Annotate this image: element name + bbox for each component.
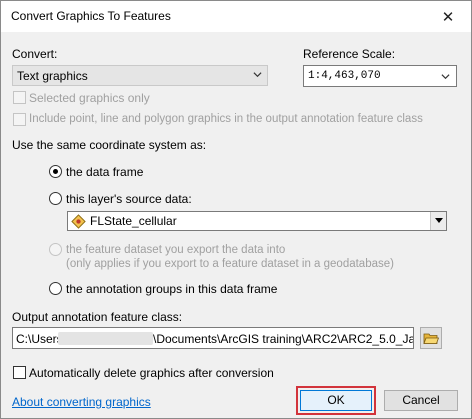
- layer-select-value: FLState_cellular: [90, 214, 177, 228]
- radio-feature-dataset[interactable]: [49, 243, 62, 256]
- radio-layer-source[interactable]: [49, 192, 62, 205]
- output-label: Output annotation feature class:: [12, 310, 183, 324]
- layer-dropdown-button[interactable]: [430, 212, 446, 230]
- include-graphics-label: Include point, line and polygon graphics…: [29, 113, 423, 125]
- cancel-button[interactable]: Cancel: [384, 390, 458, 411]
- ok-button[interactable]: OK: [300, 390, 372, 411]
- output-path-suffix: \Documents\ArcGIS training\ARC2\ARC2_5.0…: [153, 332, 414, 346]
- convert-select[interactable]: Text graphics: [12, 65, 268, 86]
- convert-value: Text graphics: [17, 69, 88, 83]
- close-button[interactable]: ✕: [425, 1, 471, 32]
- redacted-username: [58, 332, 153, 345]
- browse-button[interactable]: [420, 327, 442, 349]
- radio-selected-dot: [53, 169, 58, 174]
- chevron-down-icon: [441, 74, 450, 80]
- folder-open-icon: [423, 333, 439, 344]
- auto-delete-checkbox[interactable]: [13, 366, 26, 379]
- layer-select[interactable]: FLState_cellular: [67, 211, 447, 231]
- radio-annotation-groups-label: the annotation groups in this data frame: [66, 282, 278, 296]
- convert-graphics-dialog: Convert Graphics To Features ✕ Convert: …: [0, 0, 472, 419]
- point-layer-icon: [71, 214, 86, 229]
- radio-data-frame[interactable]: [49, 165, 62, 178]
- dropdown-arrow-icon: [434, 218, 443, 223]
- convert-label: Convert:: [12, 47, 58, 61]
- about-converting-link[interactable]: About converting graphics: [12, 395, 151, 409]
- reference-scale-value: 1:4,463,070: [308, 70, 381, 82]
- include-graphics-checkbox[interactable]: [13, 113, 26, 126]
- window-title: Convert Graphics To Features: [11, 9, 171, 23]
- reference-scale-label: Reference Scale:: [303, 47, 396, 61]
- radio-data-frame-label: the data frame: [66, 165, 144, 179]
- reference-scale-combo[interactable]: 1:4,463,070: [303, 65, 457, 87]
- close-icon: ✕: [441, 8, 455, 26]
- radio-layer-source-label: this layer's source data:: [66, 192, 192, 206]
- coordinate-system-label: Use the same coordinate system as:: [12, 138, 207, 152]
- radio-annotation-groups[interactable]: [49, 282, 62, 295]
- output-path-input[interactable]: C:\Users\ \Documents\ArcGIS training\ARC…: [12, 327, 414, 349]
- auto-delete-label: Automatically delete graphics after conv…: [29, 366, 274, 380]
- selected-graphics-checkbox[interactable]: [13, 91, 26, 104]
- feature-dataset-note: (only applies if you export to a feature…: [66, 258, 394, 270]
- title-bar: Convert Graphics To Features ✕: [1, 1, 471, 32]
- chevron-down-icon: [253, 72, 262, 78]
- selected-graphics-label: Selected graphics only: [29, 91, 150, 105]
- feature-dataset-label: the feature dataset you export the data …: [66, 244, 286, 256]
